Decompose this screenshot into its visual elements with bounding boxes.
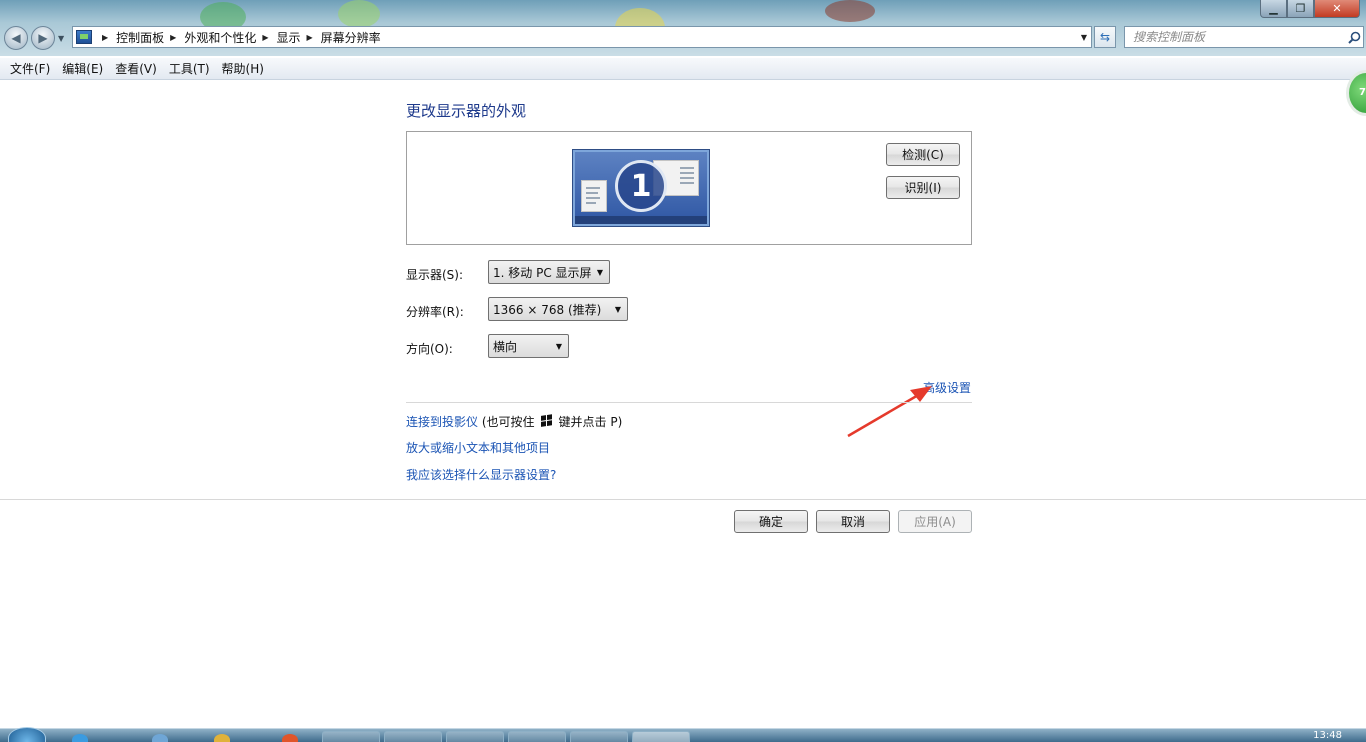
search-input[interactable] bbox=[1125, 28, 1345, 46]
ok-button[interactable]: 确定 bbox=[734, 510, 808, 533]
folder-icon[interactable] bbox=[152, 734, 168, 742]
chevron-right-icon[interactable]: ▶ bbox=[262, 33, 268, 42]
close-button[interactable]: ✕ bbox=[1314, 0, 1360, 18]
detect-button[interactable]: 检测(C) bbox=[886, 143, 960, 166]
orientation-select[interactable]: 横向 ▼ bbox=[488, 334, 569, 358]
browser-icon[interactable] bbox=[72, 734, 88, 742]
recent-pages-dropdown[interactable]: ▼ bbox=[58, 34, 64, 43]
back-arrow-icon: ◀ bbox=[11, 31, 21, 45]
taskbar-item[interactable] bbox=[570, 731, 628, 742]
search-box[interactable] bbox=[1124, 26, 1364, 48]
taskbar-item[interactable] bbox=[508, 731, 566, 742]
orientation-label: 方向(O): bbox=[406, 342, 453, 356]
background-decoration bbox=[825, 0, 875, 22]
apply-button[interactable]: 应用(A) bbox=[898, 510, 972, 533]
breadcrumb-display[interactable]: 显示 bbox=[277, 29, 301, 46]
app-icon[interactable] bbox=[214, 734, 230, 742]
identify-button[interactable]: 识别(I) bbox=[886, 176, 960, 199]
taskbar-clock[interactable]: 13:48 bbox=[1313, 730, 1342, 741]
monitor-window-icon bbox=[581, 180, 607, 212]
forward-arrow-icon: ▶ bbox=[38, 31, 48, 45]
monitor-number-badge: 1 bbox=[615, 160, 667, 212]
chevron-right-icon[interactable]: ▶ bbox=[102, 33, 108, 42]
taskbar-item[interactable] bbox=[322, 731, 380, 742]
menu-help[interactable]: 帮助(H) bbox=[216, 60, 270, 77]
menu-bar: 文件(F) 编辑(E) 查看(V) 工具(T) 帮助(H) bbox=[0, 58, 1366, 80]
maximize-button[interactable]: ❐ bbox=[1287, 0, 1314, 18]
search-icon[interactable] bbox=[1345, 28, 1363, 46]
refresh-icon: ⇆ bbox=[1099, 30, 1111, 44]
projector-hint-suffix: 键并点击 P) bbox=[558, 415, 623, 429]
minimize-button[interactable]: ▁ bbox=[1260, 0, 1287, 18]
text-size-link[interactable]: 放大或缩小文本和其他项目 bbox=[406, 439, 550, 456]
window-titlebar: ▁ ❐ ✕ ◀ ▶ ▼ ▶ 控制面板 ▶ 外观和个性化 ▶ 显示 ▶ 屏幕分辨率… bbox=[0, 0, 1366, 56]
taskbar-item-active[interactable] bbox=[632, 731, 690, 742]
chevron-down-icon: ▼ bbox=[596, 267, 603, 277]
resolution-select[interactable]: 1366 × 768 (推荐) ▼ bbox=[488, 297, 628, 321]
refresh-button[interactable]: ⇆ bbox=[1094, 26, 1116, 48]
chevron-right-icon[interactable]: ▶ bbox=[307, 33, 313, 42]
display-label: 显示器(S): bbox=[406, 268, 464, 282]
windows-logo-icon bbox=[540, 414, 553, 428]
taskbar: 13:48 bbox=[0, 727, 1366, 742]
window-controls: ▁ ❐ ✕ bbox=[1260, 0, 1360, 18]
control-panel-icon bbox=[76, 30, 92, 44]
display-help-link[interactable]: 我应该选择什么显示器设置? bbox=[406, 466, 556, 483]
address-history-dropdown[interactable]: ▼ bbox=[1081, 33, 1087, 42]
divider bbox=[0, 499, 1366, 500]
display-select-value: 1. 移动 PC 显示屏 bbox=[493, 265, 592, 280]
annotation-arrow bbox=[847, 386, 932, 438]
taskbar-item[interactable] bbox=[384, 731, 442, 742]
menu-file[interactable]: 文件(F) bbox=[4, 60, 56, 77]
resolution-select-value: 1366 × 768 (推荐) bbox=[493, 302, 602, 317]
projector-hint-prefix: (也可按住 bbox=[481, 415, 535, 429]
divider bbox=[406, 402, 972, 403]
menu-edit[interactable]: 编辑(E) bbox=[56, 60, 109, 77]
breadcrumb-control-panel[interactable]: 控制面板 bbox=[116, 29, 164, 46]
gadget-value: 74 bbox=[1359, 87, 1366, 98]
forward-button[interactable]: ▶ bbox=[31, 26, 55, 50]
display-select[interactable]: 1. 移动 PC 显示屏 ▼ bbox=[488, 260, 610, 284]
orientation-select-value: 横向 bbox=[493, 339, 518, 354]
monitor-taskbar bbox=[575, 216, 707, 224]
taskbar-item[interactable] bbox=[446, 731, 504, 742]
address-bar[interactable]: ▶ 控制面板 ▶ 外观和个性化 ▶ 显示 ▶ 屏幕分辨率 ▼ bbox=[72, 26, 1092, 48]
cancel-button[interactable]: 取消 bbox=[816, 510, 890, 533]
monitor-thumbnail[interactable]: 1 bbox=[573, 150, 709, 226]
chevron-right-icon[interactable]: ▶ bbox=[170, 33, 176, 42]
background-decoration bbox=[338, 0, 380, 28]
projector-row: 连接到投影仪 (也可按住 键并点击 P) bbox=[406, 413, 622, 430]
menu-view[interactable]: 查看(V) bbox=[109, 60, 163, 77]
connect-projector-link[interactable]: 连接到投影仪 bbox=[406, 415, 478, 429]
breadcrumb-appearance[interactable]: 外观和个性化 bbox=[184, 29, 256, 46]
start-button[interactable] bbox=[8, 727, 46, 742]
app-icon[interactable] bbox=[282, 734, 298, 742]
breadcrumb-screen-resolution[interactable]: 屏幕分辨率 bbox=[321, 29, 381, 46]
chevron-down-icon: ▼ bbox=[555, 341, 562, 351]
page-title: 更改显示器的外观 bbox=[406, 102, 527, 120]
menu-tools[interactable]: 工具(T) bbox=[163, 60, 216, 77]
back-button[interactable]: ◀ bbox=[4, 26, 28, 50]
resolution-label: 分辨率(R): bbox=[406, 305, 464, 319]
chevron-down-icon: ▼ bbox=[614, 304, 621, 314]
